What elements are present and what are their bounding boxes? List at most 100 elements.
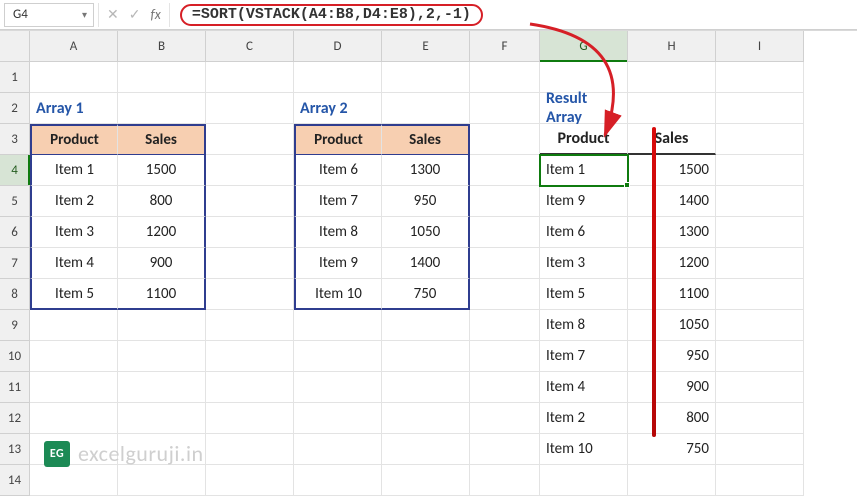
cell-F2[interactable] — [470, 93, 540, 124]
col-header-D[interactable]: D — [294, 31, 382, 62]
cell-D12[interactable] — [294, 403, 382, 434]
cell-C5[interactable] — [206, 186, 294, 217]
cell-D11[interactable] — [294, 372, 382, 403]
cell-E6[interactable]: 1050 — [382, 217, 470, 248]
cell-G8[interactable]: Item 5 — [540, 279, 628, 310]
row-header-11[interactable]: 11 — [0, 372, 30, 403]
cell-F10[interactable] — [470, 341, 540, 372]
row-header-2[interactable]: 2 — [0, 93, 30, 124]
cell-F7[interactable] — [470, 248, 540, 279]
row-header-6[interactable]: 6 — [0, 217, 30, 248]
cell-C11[interactable] — [206, 372, 294, 403]
cell-D5[interactable]: Item 7 — [294, 186, 382, 217]
cell-A7[interactable]: Item 4 — [30, 248, 118, 279]
cell-F6[interactable] — [470, 217, 540, 248]
cell-A11[interactable] — [30, 372, 118, 403]
cell-E2[interactable] — [382, 93, 470, 124]
cell-F13[interactable] — [470, 434, 540, 465]
col-header-F[interactable]: F — [470, 31, 540, 62]
formula-input[interactable]: =SORT(VSTACK(A4:B8,D4:E8),2,-1) — [170, 3, 853, 27]
cancel-icon[interactable]: ✕ — [107, 6, 119, 23]
array1-header-sales[interactable]: Sales — [118, 124, 206, 155]
result-header-product[interactable]: Product — [540, 124, 628, 155]
cell-C2[interactable] — [206, 93, 294, 124]
cell-G6[interactable]: Item 6 — [540, 217, 628, 248]
cell-G9[interactable]: Item 8 — [540, 310, 628, 341]
cell-I12[interactable] — [716, 403, 804, 434]
row-header-1[interactable]: 1 — [0, 62, 30, 93]
cell-C10[interactable] — [206, 341, 294, 372]
cell-H7[interactable]: 1200 — [628, 248, 716, 279]
cell-I4[interactable] — [716, 155, 804, 186]
cell-B5[interactable]: 800 — [118, 186, 206, 217]
row-header-8[interactable]: 8 — [0, 279, 30, 310]
cell-I2[interactable] — [716, 93, 804, 124]
cell-B6[interactable]: 1200 — [118, 217, 206, 248]
cell-A4[interactable]: Item 1 — [30, 155, 118, 186]
cell-E9[interactable] — [382, 310, 470, 341]
cell-E11[interactable] — [382, 372, 470, 403]
cell-E12[interactable] — [382, 403, 470, 434]
cell-F14[interactable] — [470, 465, 540, 496]
cell-E14[interactable] — [382, 465, 470, 496]
cell-G12[interactable]: Item 2 — [540, 403, 628, 434]
cell-B1[interactable] — [118, 62, 206, 93]
col-header-C[interactable]: C — [206, 31, 294, 62]
cell-A6[interactable]: Item 3 — [30, 217, 118, 248]
cell-H6[interactable]: 1300 — [628, 217, 716, 248]
cell-D10[interactable] — [294, 341, 382, 372]
cell-I10[interactable] — [716, 341, 804, 372]
cell-I1[interactable] — [716, 62, 804, 93]
cell-H13[interactable]: 750 — [628, 434, 716, 465]
row-header-3[interactable]: 3 — [0, 124, 30, 155]
cell-I7[interactable] — [716, 248, 804, 279]
row-header-7[interactable]: 7 — [0, 248, 30, 279]
cell-D13[interactable] — [294, 434, 382, 465]
cell-C1[interactable] — [206, 62, 294, 93]
cell-I3[interactable] — [716, 124, 804, 155]
cell-G7[interactable]: Item 3 — [540, 248, 628, 279]
cell-C9[interactable] — [206, 310, 294, 341]
cell-H8[interactable]: 1100 — [628, 279, 716, 310]
result-title[interactable]: Result Array — [540, 93, 628, 124]
cell-I8[interactable] — [716, 279, 804, 310]
col-header-A[interactable]: A — [30, 31, 118, 62]
cell-I9[interactable] — [716, 310, 804, 341]
cell-G4[interactable]: Item 1 — [540, 155, 628, 186]
cell-C6[interactable] — [206, 217, 294, 248]
cell-A8[interactable]: Item 5 — [30, 279, 118, 310]
array2-title[interactable]: Array 2 — [294, 93, 382, 124]
enter-icon[interactable]: ✓ — [129, 6, 141, 23]
cell-B14[interactable] — [118, 465, 206, 496]
cell-C3[interactable] — [206, 124, 294, 155]
cell-B7[interactable]: 900 — [118, 248, 206, 279]
array1-header-product[interactable]: Product — [30, 124, 118, 155]
cell-H2[interactable] — [628, 93, 716, 124]
row-header-12[interactable]: 12 — [0, 403, 30, 434]
col-header-I[interactable]: I — [716, 31, 804, 62]
cell-C8[interactable] — [206, 279, 294, 310]
cell-A13[interactable] — [30, 434, 118, 465]
cell-G5[interactable]: Item 9 — [540, 186, 628, 217]
cell-D8[interactable]: Item 10 — [294, 279, 382, 310]
cell-B4[interactable]: 1500 — [118, 155, 206, 186]
cell-F9[interactable] — [470, 310, 540, 341]
row-header-9[interactable]: 9 — [0, 310, 30, 341]
cell-H9[interactable]: 1050 — [628, 310, 716, 341]
cell-E13[interactable] — [382, 434, 470, 465]
cell-B2[interactable] — [118, 93, 206, 124]
cell-F8[interactable] — [470, 279, 540, 310]
cell-A1[interactable] — [30, 62, 118, 93]
cell-A12[interactable] — [30, 403, 118, 434]
col-header-G[interactable]: G — [540, 31, 628, 62]
cell-B8[interactable]: 1100 — [118, 279, 206, 310]
cell-A5[interactable]: Item 2 — [30, 186, 118, 217]
array1-title[interactable]: Array 1 — [30, 93, 118, 124]
cell-D7[interactable]: Item 9 — [294, 248, 382, 279]
cell-H14[interactable] — [628, 465, 716, 496]
cell-C7[interactable] — [206, 248, 294, 279]
cell-D14[interactable] — [294, 465, 382, 496]
cell-F5[interactable] — [470, 186, 540, 217]
worksheet-grid[interactable]: A B C D E F G H I 1 2 Array 1 Array 2 Re… — [0, 30, 857, 496]
col-header-B[interactable]: B — [118, 31, 206, 62]
